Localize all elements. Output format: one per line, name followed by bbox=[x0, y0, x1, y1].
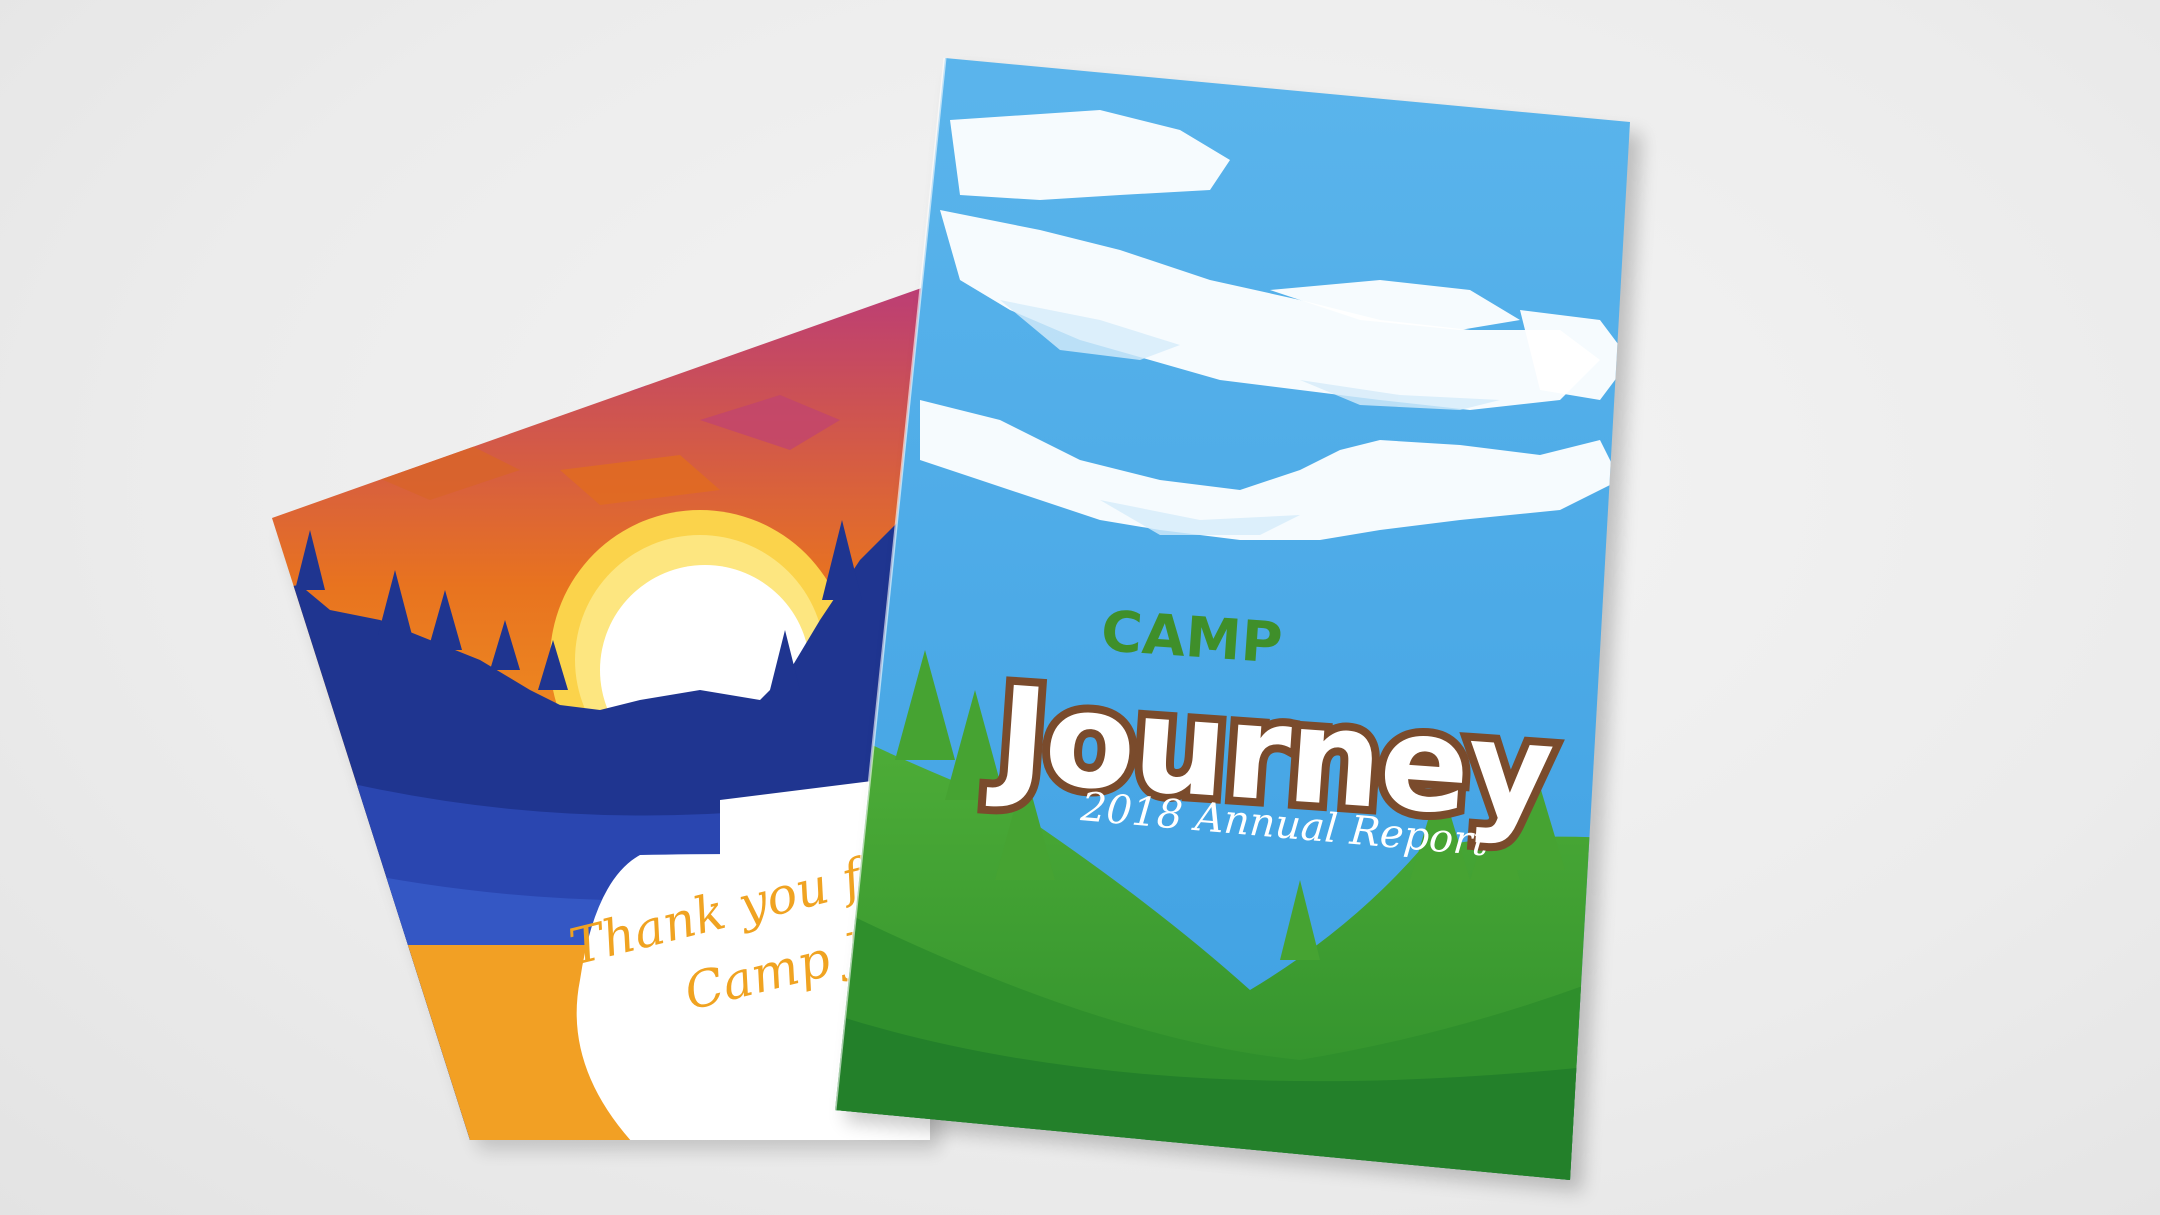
photo-illustration: Thank you for su Camp Jou CAMP Journey 2… bbox=[272, 57, 1642, 1192]
annual-report-booklet: CAMP Journey 2018 Annual Report bbox=[833, 57, 1642, 1192]
photo-scene: Thank you for su Camp Jou CAMP Journey 2… bbox=[0, 0, 2160, 1215]
booklet-camp-label: CAMP bbox=[1099, 599, 1284, 676]
